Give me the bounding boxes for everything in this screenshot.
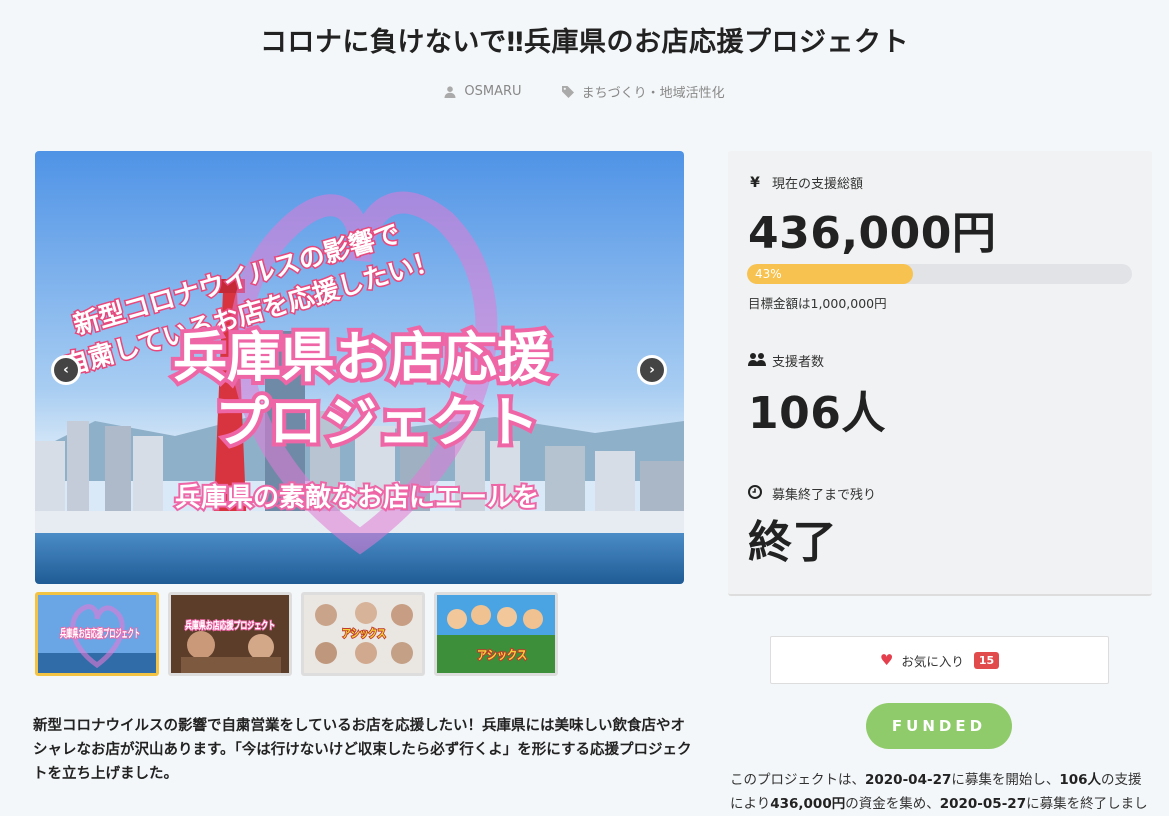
- thumbnail-image-1: 兵庫県お店応援プロジェクト: [38, 595, 156, 673]
- category-link[interactable]: まちづくり・地域活性化: [582, 82, 725, 101]
- project-hero-image: 新型コロナウイルスの影響で 自粛しているお店を応援したい！ 兵庫県お店応援 プロ…: [35, 151, 684, 584]
- author[interactable]: OSMARU: [444, 82, 522, 101]
- page-title: コロナに負けないで‼兵庫県のお店応援プロジェクト: [259, 27, 910, 58]
- users-icon: [748, 352, 766, 370]
- hero-main-line1: 兵庫県お店応援: [173, 326, 552, 389]
- favorite-count-badge: 15: [973, 651, 1000, 669]
- funded-badge: FUNDED: [866, 703, 1012, 749]
- favorite-label: お気に入り: [901, 653, 964, 669]
- funding-progress-bar: 43%: [747, 264, 1132, 284]
- remaining-value: 終了: [748, 517, 837, 568]
- supporters-label: 支援者数: [748, 351, 824, 370]
- project-meta: OSMARU まちづくり・地域活性化: [0, 82, 1169, 101]
- yen-icon: ¥: [750, 174, 760, 191]
- thumbnail-3-label: アシックス: [342, 627, 386, 640]
- favorite-button[interactable]: ♥ お気に入り 15: [770, 636, 1109, 684]
- amount-label: ¥ 現在の支援総額: [748, 173, 864, 193]
- remaining-label-text: 募集終了まで残り: [772, 488, 877, 503]
- summary-backers: 106人: [1059, 772, 1102, 788]
- summary-start-date: 2020-04-27: [865, 772, 952, 788]
- summary-amount: 436,000円: [770, 796, 846, 812]
- summary-text-4: の資金を集め、: [845, 796, 940, 812]
- supporters-label-text: 支援者数: [772, 355, 825, 370]
- amount-value: 436,000円: [748, 208, 997, 259]
- slider-next-button[interactable]: ›: [637, 355, 667, 385]
- user-icon: [444, 85, 456, 98]
- goal-amount: 目標金額は1,000,000円: [748, 296, 887, 311]
- thumbnail-1[interactable]: 兵庫県お店応援プロジェクト: [35, 592, 159, 676]
- project-description: 新型コロナウイルスの影響で自粛営業をしているお店を応援したい！兵庫県には美味しい…: [33, 718, 692, 782]
- category[interactable]: まちづくり・地域活性化: [561, 82, 725, 101]
- supporters-value: 106人: [748, 388, 886, 439]
- chevron-left-icon: ‹: [54, 358, 78, 382]
- chevron-right-icon: ›: [640, 358, 664, 382]
- summary-text-1: このプロジェクトは、: [730, 772, 865, 788]
- amount-label-text: 現在の支援総額: [772, 177, 864, 192]
- slider-prev-button[interactable]: ‹: [51, 355, 81, 385]
- progress-fill: 43%: [747, 264, 913, 284]
- remaining-label: 募集終了まで残り: [748, 484, 876, 503]
- thumbnail-image-3: アシックス: [304, 595, 422, 673]
- thumbnail-image-2: 兵庫県お店応援プロジェクト: [171, 595, 289, 673]
- thumbnail-3[interactable]: アシックス: [301, 592, 425, 676]
- thumbnail-strip: 兵庫県お店応援プロジェクト 兵庫県お店応援プロジェクト アシックス: [35, 592, 558, 676]
- project-summary: このプロジェクトは、2020-04-27に募集を開始し、106人の支援により43…: [730, 768, 1155, 816]
- hero-main-line2: プロジェクト: [215, 391, 539, 454]
- thumbnail-4-label: アシックス: [477, 648, 527, 662]
- clock-icon: [748, 484, 762, 503]
- funding-stats-panel: ¥ 現在の支援総額 436,000円 43% 目標金額は1,000,000円 支…: [728, 151, 1152, 596]
- heart-icon: ♥: [879, 651, 894, 669]
- thumbnail-image-4: アシックス: [437, 595, 555, 673]
- thumbnail-2-label: 兵庫県お店応援プロジェクト: [185, 619, 275, 632]
- summary-end-date: 2020-05-27: [939, 796, 1027, 812]
- thumbnail-1-label: 兵庫県お店応援プロジェクト: [60, 626, 140, 640]
- thumbnail-4[interactable]: アシックス: [434, 592, 558, 676]
- author-name[interactable]: OSMARU: [464, 84, 521, 99]
- tag-icon: [561, 85, 574, 98]
- thumbnail-2[interactable]: 兵庫県お店応援プロジェクト: [168, 592, 292, 676]
- project-image-slider[interactable]: 新型コロナウイルスの影響で 自粛しているお店を応援したい！ 兵庫県お店応援 プロ…: [35, 151, 684, 584]
- summary-text-2: に募集を開始し、: [951, 772, 1060, 788]
- hero-sub-line: 兵庫県の素敵なお店にエールを: [175, 483, 539, 513]
